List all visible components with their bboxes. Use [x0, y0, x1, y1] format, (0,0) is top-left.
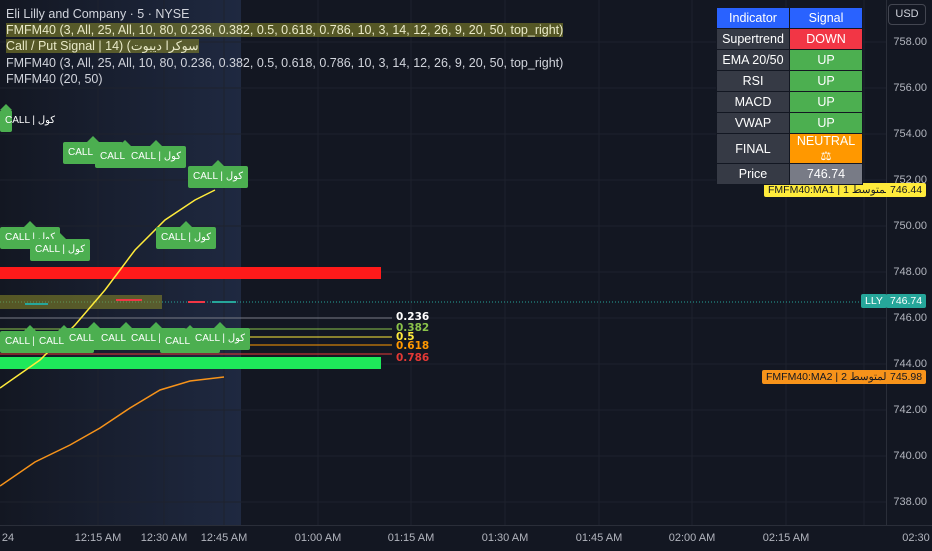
- indicator-name: EMA 20/50: [716, 49, 790, 71]
- lly-price-tag: 746.74: [886, 294, 927, 308]
- price-tick: 742.00: [893, 404, 927, 416]
- indicator-name: RSI: [716, 70, 790, 92]
- lly-symbol-tag: LLY: [861, 294, 887, 308]
- ma1-axis-tag: FMFM40:MA1 | 1 المتوسط: [764, 183, 896, 197]
- indicator-signal: UP: [789, 49, 863, 71]
- indicator-signal: UP: [789, 112, 863, 134]
- support-zone-green: [0, 357, 381, 369]
- indicator-legend-2[interactable]: Call / Put Signal | 14) (سوکرا دیبوت: [6, 39, 199, 54]
- indicator-signal: NEUTRAL ⚖: [789, 133, 863, 164]
- table-row: MACD UP: [716, 91, 863, 113]
- ma2-axis-tag: FMFM40:MA2 | 2 المتوسط: [762, 370, 894, 384]
- time-tick: 02:15 AM: [762, 532, 810, 544]
- table-row: RSI UP: [716, 70, 863, 92]
- time-tick: 24: [1, 532, 15, 544]
- time-tick: 02:00 AM: [668, 532, 716, 544]
- indicator-name: MACD: [716, 91, 790, 113]
- indicator-signal: UP: [789, 70, 863, 92]
- price-tick: 754.00: [893, 128, 927, 140]
- fib-level-label: 0.786: [396, 352, 430, 364]
- indicator-legend-4[interactable]: FMFM40 (20, 50): [6, 71, 563, 87]
- call-signal-label[interactable]: CALL | كول: [0, 104, 55, 132]
- time-tick: 12:45 AM: [200, 532, 248, 544]
- time-tick: 01:15 AM: [387, 532, 435, 544]
- header-signal: Signal: [789, 7, 863, 29]
- table-row: VWAP UP: [716, 112, 863, 134]
- indicator-legend-1[interactable]: FMFM40 (3, All, 25, All, 10, 80, 0.236, …: [6, 23, 564, 38]
- call-signal-label[interactable]: CALL | كول: [30, 233, 91, 261]
- price-tick: 748.00: [893, 266, 927, 278]
- price-tick: 744.00: [893, 358, 927, 370]
- price-axis[interactable]: 758.00 756.00 754.00 752.00 750.00 748.0…: [886, 0, 932, 525]
- price-tick: 750.00: [893, 220, 927, 232]
- symbol-title[interactable]: Eli Lilly and Company · 5 · NYSE: [6, 6, 563, 22]
- fvg-zone: [0, 295, 162, 309]
- indicator-name: FINAL: [716, 133, 790, 164]
- indicator-signal: 746.74: [789, 163, 863, 185]
- signal-table-header: Indicator Signal: [716, 7, 863, 29]
- chart-legend[interactable]: Eli Lilly and Company · 5 · NYSE FMFM40 …: [6, 6, 564, 87]
- price-tick: 758.00: [893, 36, 927, 48]
- time-tick: 01:45 AM: [575, 532, 623, 544]
- call-signal-label[interactable]: CALL | كول: [126, 140, 187, 168]
- signal-table: Indicator Signal Supertrend DOWN EMA 20/…: [716, 7, 863, 185]
- table-row: EMA 20/50 UP: [716, 49, 863, 71]
- time-tick: 01:30 AM: [481, 532, 529, 544]
- price-tick: 756.00: [893, 82, 927, 94]
- call-signal-label[interactable]: CALL | كول: [156, 221, 217, 249]
- call-signal-label[interactable]: CALL | كول: [188, 160, 249, 188]
- indicator-signal: UP: [789, 91, 863, 113]
- indicator-name: Price: [716, 163, 790, 185]
- indicator-name: VWAP: [716, 112, 790, 134]
- ma2-price-tag: 745.98: [886, 370, 927, 384]
- price-tick: 740.00: [893, 450, 927, 462]
- indicator-name: Supertrend: [716, 28, 790, 50]
- ma1-price-tag: 746.44: [886, 183, 927, 197]
- resistance-zone-red: [0, 267, 381, 279]
- ma2-line: [0, 376, 225, 487]
- table-row: Price 746.74: [716, 163, 863, 185]
- indicator-legend-3[interactable]: FMFM40 (3, All, 25, All, 10, 80, 0.236, …: [6, 55, 563, 71]
- indicator-signal: DOWN: [789, 28, 863, 50]
- call-signal-label[interactable]: CALL | كول: [190, 322, 251, 350]
- time-tick: 12:15 AM: [74, 532, 122, 544]
- currency-button[interactable]: USD: [888, 4, 926, 25]
- time-tick: 02:30: [902, 532, 930, 544]
- table-row: FINAL NEUTRAL ⚖: [716, 133, 863, 164]
- price-tick: 738.00: [893, 496, 927, 508]
- table-row: Supertrend DOWN: [716, 28, 863, 50]
- time-tick: 01:00 AM: [294, 532, 342, 544]
- time-tick: 12:30 AM: [140, 532, 188, 544]
- price-tick: 746.00: [893, 312, 927, 324]
- header-indicator: Indicator: [716, 7, 790, 29]
- fib-level-label: 0.618: [396, 340, 430, 352]
